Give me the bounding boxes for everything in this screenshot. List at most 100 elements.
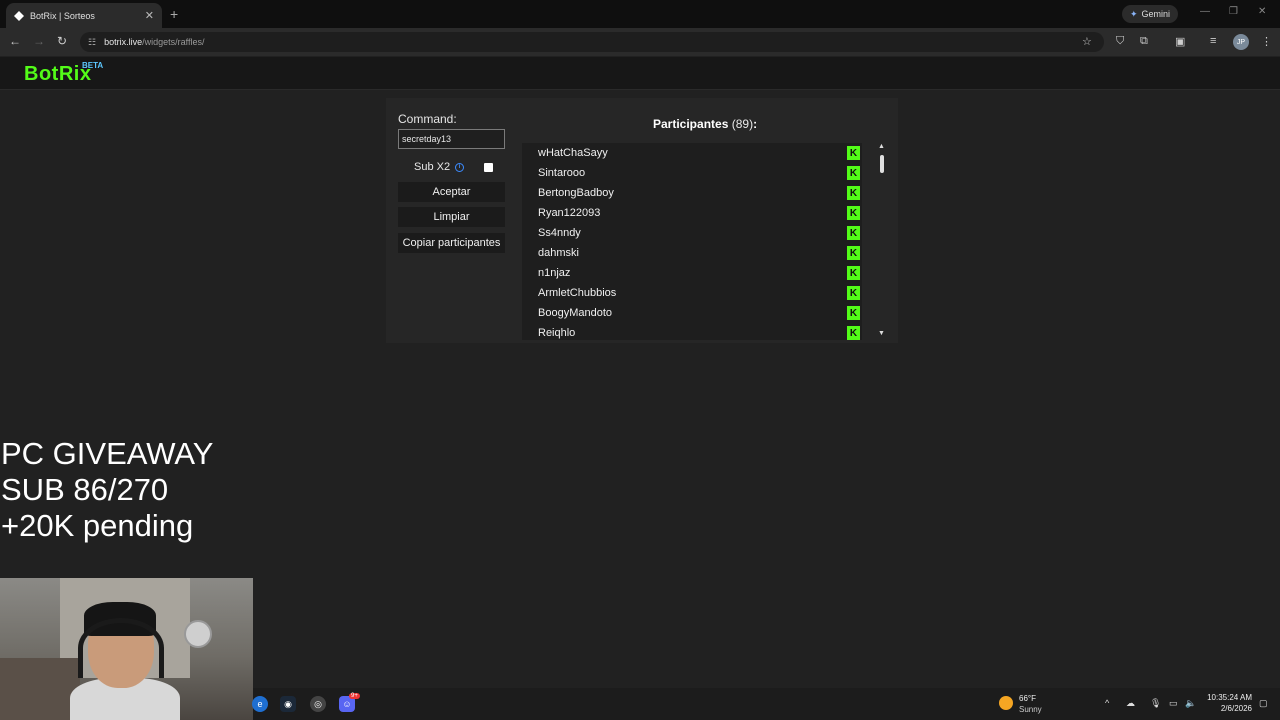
- site-header: BotRix BETA: [0, 57, 1280, 90]
- kick-icon: K: [847, 206, 860, 220]
- chrome-icon[interactable]: ◎: [310, 696, 326, 712]
- new-tab-button[interactable]: +: [170, 6, 178, 22]
- participant-name: ArmletChubbios: [538, 287, 617, 299]
- scrollbar-thumb[interactable]: [880, 155, 884, 173]
- extensions-puzzle-icon[interactable]: ⧉: [1140, 35, 1148, 48]
- kick-icon: K: [847, 246, 860, 260]
- participants-count: (89): [731, 117, 754, 131]
- tab-close-icon[interactable]: ✕: [145, 9, 154, 22]
- kick-icon: K: [847, 146, 860, 160]
- participant-name: BoogyMandoto: [538, 307, 612, 319]
- site-info-icon[interactable]: ☷: [88, 37, 96, 48]
- volume-icon[interactable]: 🔈: [1185, 698, 1196, 709]
- display-icon[interactable]: ▭: [1169, 698, 1178, 709]
- participant-row[interactable]: Sintarooo K: [522, 163, 862, 183]
- kick-icon: K: [847, 226, 860, 240]
- participant-row[interactable]: Ss4nndy K: [522, 223, 862, 243]
- edge-icon[interactable]: e: [252, 696, 268, 712]
- clear-button[interactable]: Limpiar: [398, 207, 505, 227]
- clock-date[interactable]: 2/6/2026: [1206, 704, 1252, 713]
- participant-name: BertongBadboy: [538, 187, 614, 199]
- raffle-panel: Command: Sub X2 i Aceptar Limpiar Copiar…: [386, 98, 898, 343]
- participants-title: Participantes: [653, 117, 729, 131]
- participants-scrollbar[interactable]: ▲ ▼: [877, 143, 887, 340]
- profile-avatar[interactable]: JP: [1233, 34, 1249, 50]
- participants-heading: Participantes (89):: [653, 117, 757, 131]
- participant-name: Ss4nndy: [538, 227, 581, 239]
- browser-tab[interactable]: BotRix | Sorteos ✕: [6, 3, 162, 28]
- browser-toolbar: ← → ↻ ☷ botrix.live /widgets/raffles/ ☆ …: [0, 28, 1280, 56]
- discord-badge: 9+: [349, 693, 360, 699]
- participants-list[interactable]: wHatChaSayy K Sintarooo K BertongBadboy K R…: [522, 143, 862, 340]
- botrix-favicon-icon: [14, 10, 24, 21]
- clock-time[interactable]: 10:35:24 AM: [1206, 693, 1252, 702]
- address-bar[interactable]: ☷ botrix.live /widgets/raffles/: [80, 32, 1104, 52]
- command-label: Command:: [398, 112, 457, 126]
- url-host: botrix.live: [104, 37, 143, 47]
- overlay-line-2: SUB 86/270: [1, 472, 169, 507]
- url-path: /widgets/raffles/: [142, 37, 205, 47]
- tab-title: BotRix | Sorteos: [30, 10, 95, 21]
- scroll-up-arrow-icon[interactable]: ▲: [878, 143, 885, 150]
- window-close-icon[interactable]: ✕: [1258, 6, 1266, 17]
- menu-kebab-icon[interactable]: ⋮: [1261, 35, 1272, 48]
- kick-icon: K: [847, 286, 860, 300]
- beta-badge: BETA: [82, 61, 104, 70]
- gemini-label: Gemini: [1141, 9, 1171, 19]
- participant-row[interactable]: dahmski K: [522, 243, 862, 263]
- back-arrow-icon[interactable]: ←: [9, 34, 21, 48]
- participant-row[interactable]: Reiqhlo K: [522, 323, 862, 340]
- participant-row[interactable]: ArmletChubbios K: [522, 283, 862, 303]
- browser-tab-strip: BotRix | Sorteos ✕ + ✦ Gemini — ❐ ✕: [0, 0, 1280, 28]
- participant-row[interactable]: BoogyMandoto K: [522, 303, 862, 323]
- participant-row[interactable]: BertongBadboy K: [522, 183, 862, 203]
- kick-icon: K: [847, 326, 860, 340]
- sub-x2-row: Sub X2 i: [414, 161, 465, 173]
- weather-temperature[interactable]: 66°F: [1019, 694, 1036, 703]
- participant-row[interactable]: n1njaz K: [522, 263, 862, 283]
- participant-name: dahmski: [538, 247, 579, 259]
- sub-x2-checkbox[interactable]: [484, 163, 493, 172]
- giveaway-overlay: PC GIVEAWAY SUB 86/270 +20K pending: [1, 436, 213, 544]
- cam-headset: [78, 618, 164, 678]
- participant-row[interactable]: Ryan122093 K: [522, 203, 862, 223]
- participant-name: wHatChaSayy: [538, 147, 608, 159]
- command-input[interactable]: [398, 129, 505, 149]
- kick-icon: K: [847, 186, 860, 200]
- overlay-line-1: PC GIVEAWAY: [1, 436, 214, 471]
- participant-name: n1njaz: [538, 267, 571, 279]
- kick-icon: K: [847, 306, 860, 320]
- kick-icon: K: [847, 266, 860, 280]
- sun-icon[interactable]: [999, 696, 1013, 710]
- participant-name: Sintarooo: [538, 167, 586, 179]
- notification-icon[interactable]: ▢: [1259, 698, 1268, 709]
- minimize-icon[interactable]: —: [1200, 6, 1210, 17]
- cam-couch: [0, 658, 80, 720]
- forward-arrow-icon[interactable]: →: [33, 34, 45, 48]
- reading-list-icon[interactable]: ≡: [1210, 35, 1216, 47]
- onedrive-cloud-icon[interactable]: ☁: [1126, 698, 1135, 709]
- steam-icon[interactable]: ◉: [280, 696, 296, 712]
- weather-condition[interactable]: Sunny: [1019, 705, 1042, 714]
- split-view-icon[interactable]: ▣: [1175, 35, 1185, 48]
- info-icon[interactable]: i: [455, 162, 465, 172]
- participants-colon: :: [753, 117, 758, 131]
- cam-fan: [184, 620, 212, 648]
- microphone-icon[interactable]: 🎙: [1150, 698, 1161, 709]
- tray-overflow-chevron-icon[interactable]: ^: [1105, 698, 1109, 708]
- webcam-feed: [0, 578, 253, 720]
- participant-name: Reiqhlo: [538, 327, 576, 339]
- participant-row[interactable]: wHatChaSayy K: [522, 143, 862, 163]
- scroll-down-arrow-icon[interactable]: ▼: [878, 330, 885, 337]
- reload-icon[interactable]: ↻: [57, 34, 67, 48]
- participant-name: Ryan122093: [538, 207, 601, 219]
- maximize-icon[interactable]: ❐: [1229, 6, 1238, 17]
- gemini-button[interactable]: ✦ Gemini: [1122, 5, 1179, 23]
- windows-taskbar: e ◉ ◎ ☺ 9+ 66°F Sunny ^ ☁ 🎙 ▭ 🔈 10:35:24…: [252, 688, 1280, 720]
- accept-button[interactable]: Aceptar: [398, 182, 505, 202]
- shield-extension-icon[interactable]: ⛉: [1116, 35, 1124, 48]
- bookmark-star-icon[interactable]: ☆: [1082, 35, 1092, 48]
- gemini-sparkle-icon: ✦: [1130, 8, 1138, 19]
- copy-participants-button[interactable]: Copiar participantes: [398, 233, 505, 253]
- sub-x2-label: Sub X2: [414, 161, 451, 173]
